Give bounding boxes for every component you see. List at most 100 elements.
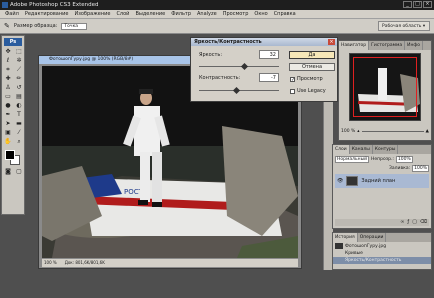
healing-brush-tool-icon[interactable]: ✚ — [3, 75, 13, 83]
shape-tool-icon[interactable]: ▬ — [14, 120, 24, 128]
dialog-title-bar[interactable]: Яркость/Контрастность — [191, 38, 337, 46]
tab-navigator[interactable]: Навигатор — [339, 41, 370, 50]
toolbox: Ps ✥ ⬚ ℓ ✲ ⌗ ⟋ ✚ ✏ ♙ ↺ ▭ ▤ ● ◐ ✒ T ➤ ▬ ▣… — [1, 35, 25, 215]
legacy-label: Use Legacy — [297, 88, 326, 94]
new-layer-icon[interactable]: ▢ — [412, 219, 417, 226]
tab-actions[interactable]: Операции — [358, 233, 387, 242]
snapshot-thumbnail — [335, 243, 343, 249]
history-item[interactable]: Кривые — [333, 250, 431, 257]
history-item[interactable]: Яркость/Контрастность — [333, 257, 431, 264]
blur-tool-icon[interactable]: ● — [3, 102, 13, 110]
opacity-field[interactable]: 100% — [395, 156, 413, 163]
dialog-title: Яркость/Контрастность — [194, 39, 262, 45]
menu-window[interactable]: Окно — [251, 11, 270, 17]
zoom-in-icon[interactable]: ▲ — [426, 129, 429, 134]
workspace-label: Рабочая область — [382, 24, 422, 29]
history-panel: История Операции ФотошопГуру.jpg Кривые … — [332, 232, 432, 270]
ok-button[interactable]: Да — [289, 51, 335, 59]
menu-analyze[interactable]: Analyze — [194, 11, 220, 17]
sample-size-select[interactable]: Точка — [61, 22, 88, 30]
menu-help[interactable]: Справка — [271, 11, 299, 17]
cancel-button[interactable]: Отмена — [289, 63, 335, 71]
history-brush-tool-icon[interactable]: ↺ — [14, 84, 24, 92]
document-status-bar: 100 % Док: 801,6K/801,6K — [42, 259, 298, 267]
minimize-button[interactable]: _ — [403, 1, 412, 8]
foreground-color-swatch[interactable] — [5, 150, 15, 160]
eyedropper-tool-icon[interactable]: ⁄ — [14, 129, 24, 137]
brightness-label: Яркость: — [199, 52, 223, 58]
menu-filter[interactable]: Фильтр — [168, 11, 194, 17]
tab-history[interactable]: История — [333, 233, 358, 242]
contrast-label: Контрастность: — [199, 75, 241, 81]
screen-mode-icon[interactable]: ▢ — [14, 168, 24, 176]
brightness-slider[interactable] — [199, 66, 279, 67]
tab-histogram[interactable]: Гистограмма — [369, 41, 406, 50]
slice-tool-icon[interactable]: ⟋ — [14, 66, 24, 74]
hand-tool-icon[interactable]: ✋ — [3, 138, 13, 146]
marquee-tool-icon[interactable]: ⬚ — [14, 48, 24, 56]
tab-layers[interactable]: Слои — [333, 145, 350, 154]
sample-size-label: Размер образца: — [13, 23, 58, 29]
brush-tool-icon[interactable]: ✏ — [14, 75, 24, 83]
eraser-tool-icon[interactable]: ▭ — [3, 93, 13, 101]
zoom-tool-icon[interactable]: ⌕ — [14, 138, 24, 146]
navigator-zoom-slider[interactable] — [361, 131, 424, 132]
history-item-snapshot: ФотошопГуру.jpg — [345, 243, 387, 249]
gradient-tool-icon[interactable]: ▤ — [14, 93, 24, 101]
document-title: ФотошопГуру.jpg @ 100% (RGB/8#) — [49, 57, 134, 62]
brightness-field[interactable]: 32 — [259, 50, 279, 59]
link-layers-icon[interactable]: ∞ — [400, 219, 404, 226]
brightness-slider-knob[interactable] — [241, 62, 249, 71]
maximize-button[interactable]: □ — [413, 1, 422, 8]
layer-row[interactable]: 👁 Задний план — [335, 174, 429, 188]
menu-image[interactable]: Изображение — [71, 11, 113, 17]
tab-channels[interactable]: Каналы — [350, 145, 373, 154]
navigator-panel: Навигатор Гистограмма Инфо 100 % ▴ ▲ — [338, 40, 432, 141]
blend-mode-select[interactable]: Нормальный — [335, 156, 369, 163]
quick-mask-icon[interactable]: ◙ — [3, 168, 13, 176]
tab-info[interactable]: Инфо — [405, 41, 424, 50]
navigator-thumbnail[interactable] — [349, 53, 421, 121]
color-swatches — [2, 150, 24, 166]
menu-file[interactable]: Файл — [2, 11, 22, 17]
preview-checkbox[interactable]: ✓ Просмотр — [290, 76, 323, 82]
menu-edit[interactable]: Редактирование — [22, 11, 72, 17]
move-tool-icon[interactable]: ✥ — [3, 48, 13, 56]
pen-tool-icon[interactable]: ✒ — [3, 111, 13, 119]
history-item-brightness: Яркость/Контрастность — [345, 258, 402, 263]
visibility-eye-icon[interactable]: 👁 — [337, 178, 343, 184]
menu-select[interactable]: Выделение — [132, 11, 168, 17]
notes-tool-icon[interactable]: ▣ — [3, 129, 13, 137]
path-selection-tool-icon[interactable]: ➤ — [3, 120, 13, 128]
lasso-tool-icon[interactable]: ℓ — [3, 57, 13, 65]
clone-stamp-tool-icon[interactable]: ♙ — [3, 84, 13, 92]
navigator-view-box[interactable] — [353, 57, 417, 117]
close-button[interactable]: × — [423, 1, 432, 8]
fill-field[interactable]: 100% — [412, 165, 429, 172]
dodge-tool-icon[interactable]: ◐ — [14, 102, 24, 110]
delete-layer-icon[interactable]: ⌫ — [420, 219, 427, 226]
menu-view[interactable]: Просмотр — [220, 11, 252, 17]
navigator-zoom-value[interactable]: 100 % — [341, 129, 355, 134]
menu-layer[interactable]: Слой — [113, 11, 132, 17]
eyedropper-icon[interactable]: ✎ — [4, 22, 10, 30]
tab-paths[interactable]: Контуры — [373, 145, 399, 154]
contrast-field[interactable]: -7 — [259, 73, 279, 82]
workspace-button[interactable]: Рабочая область ▾ — [378, 21, 430, 31]
app-title: Adobe Photoshop CS3 Extended — [10, 2, 99, 8]
opacity-label: Непрозр.: — [371, 157, 394, 162]
legacy-checkbox[interactable]: Use Legacy — [290, 88, 326, 94]
contrast-slider-knob[interactable] — [233, 86, 241, 95]
document-info: Док: 801,6K/801,6K — [64, 260, 105, 265]
layer-style-icon[interactable]: ƒ — [407, 219, 409, 226]
crop-tool-icon[interactable]: ⌗ — [3, 66, 13, 74]
magic-wand-tool-icon[interactable]: ✲ — [14, 57, 24, 65]
fill-label: Заливка: — [389, 166, 411, 171]
type-tool-icon[interactable]: T — [14, 111, 24, 119]
history-item-curves: Кривые — [345, 251, 363, 256]
document-zoom[interactable]: 100 % — [44, 259, 57, 267]
history-snapshot[interactable]: ФотошопГуру.jpg — [333, 242, 431, 250]
brightness-contrast-dialog: Яркость/Контрастность × Яркость: 32 Конт… — [190, 37, 338, 102]
zoom-out-icon[interactable]: ▴ — [357, 129, 359, 134]
dialog-close-icon[interactable]: × — [328, 39, 335, 45]
